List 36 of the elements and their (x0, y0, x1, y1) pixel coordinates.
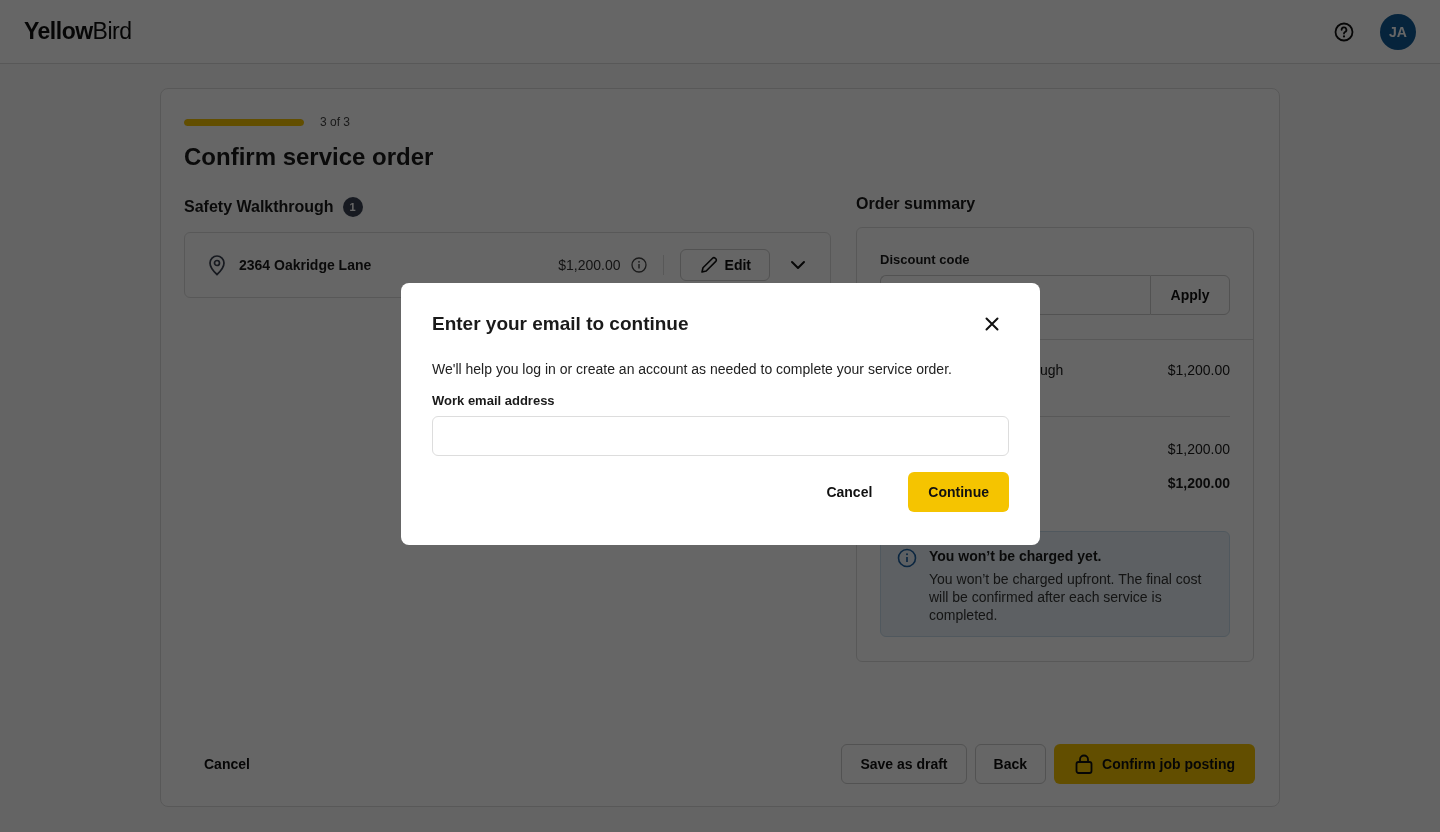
page-title: Confirm service order (184, 143, 435, 171)
line-item-price: $1,200.00 (1167, 362, 1230, 380)
address-label: 2364 Oakridge Lane (239, 257, 372, 273)
pencil-icon (698, 255, 719, 275)
logo[interactable]: YellowBird (24, 18, 132, 45)
apply-button[interactable]: Apply (1150, 275, 1230, 315)
close-icon[interactable] (985, 317, 999, 331)
edit-button[interactable]: Edit (679, 249, 770, 281)
cancel-button[interactable]: Cancel (184, 746, 270, 782)
total-value: $1,200.00 (1167, 475, 1230, 493)
notice-title: You won’t be charged yet. (929, 548, 1103, 564)
help-icon[interactable] (1334, 21, 1354, 42)
field-label: Discount code (880, 252, 971, 267)
notice-text: You won’t be charged upfront. The final cost will be confirmed after each service is completed. (929, 570, 1203, 624)
back-button[interactable]: Back (974, 744, 1046, 784)
cancel-button[interactable]: Cancel (804, 474, 895, 510)
dialog-description: We'll help you log in or create an account as needed to complete your service order. (432, 361, 953, 377)
lock-icon (1074, 753, 1094, 775)
confirm-button[interactable]: Confirm job posting (1054, 744, 1255, 784)
dialog-title: Enter your email to continue (432, 313, 689, 335)
count-badge: 1 (342, 197, 363, 217)
line-item-label: ugh (1040, 362, 1065, 380)
step-counter: 3 of 3 (320, 115, 351, 129)
chevron-down-icon[interactable] (790, 260, 806, 270)
location-pin-icon (207, 254, 227, 276)
info-icon[interactable] (630, 257, 647, 273)
price-label: $1,200.00 (558, 257, 621, 273)
save-draft-button[interactable]: Save as draft (841, 744, 967, 784)
user-avatar[interactable]: JA (1380, 13, 1416, 50)
field-label: Work email address (432, 393, 556, 408)
subtotal-value: $1,200.00 (1167, 441, 1230, 459)
email-field[interactable] (432, 416, 1009, 456)
section-title: Safety Walkthrough (184, 198, 334, 216)
continue-button[interactable]: Continue (908, 472, 1009, 512)
info-icon (897, 548, 917, 568)
summary-title: Order summary (856, 195, 977, 213)
